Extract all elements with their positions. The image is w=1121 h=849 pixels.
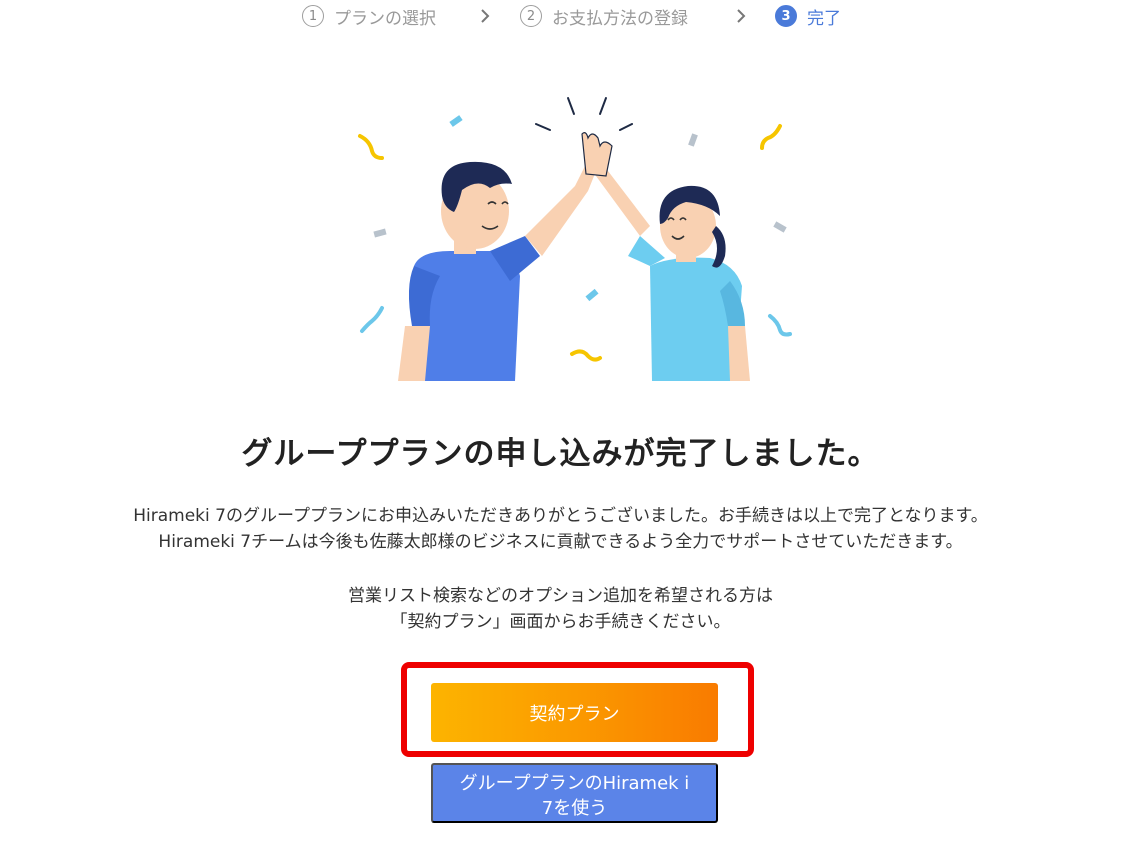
step-label: 完了 xyxy=(807,8,841,29)
step-complete: 3 完了 xyxy=(775,3,841,29)
step-number: 2 xyxy=(520,5,542,27)
option-guidance: 営業リスト検索などのオプション追加を希望される方は 「契約プラン」画面からお手続… xyxy=(0,583,1121,635)
chevron-right-icon xyxy=(481,9,490,23)
completion-message: Hirameki 7のグループプランにお申込みいただきありがとうございました。お… xyxy=(0,503,1121,555)
guidance-line: 「契約プラン」画面からお手続きください。 xyxy=(390,612,731,632)
page-title: グループプランの申し込みが完了しました。 xyxy=(241,436,880,472)
message-line: Hirameki 7のグループプランにお申込みいただきありがとうございました。お… xyxy=(133,506,988,526)
step-payment-registration: 2 お支払方法の登録 xyxy=(520,3,688,29)
high-five-illustration xyxy=(358,97,792,381)
chevron-right-icon xyxy=(737,9,746,23)
step-number: 1 xyxy=(302,5,324,27)
progress-stepper: 1 プランの選択 2 お支払方法の登録 3 完了 xyxy=(0,3,1121,31)
sparkle-icon xyxy=(535,97,633,131)
use-group-plan-button[interactable]: グループプランのHiramek i 7を使う xyxy=(431,763,718,823)
step-number: 3 xyxy=(775,5,797,27)
message-line: Hirameki 7チームは今後も佐藤太郎様のビジネスに貢献できるよう全力でサポ… xyxy=(158,532,963,552)
step-plan-selection: 1 プランの選択 xyxy=(302,3,436,29)
step-label: お支払方法の登録 xyxy=(552,8,688,29)
guidance-line: 営業リスト検索などのオプション追加を希望される方は xyxy=(348,586,773,606)
contract-plan-button[interactable]: 契約プラン xyxy=(431,683,718,742)
step-label: プランの選択 xyxy=(334,8,436,29)
